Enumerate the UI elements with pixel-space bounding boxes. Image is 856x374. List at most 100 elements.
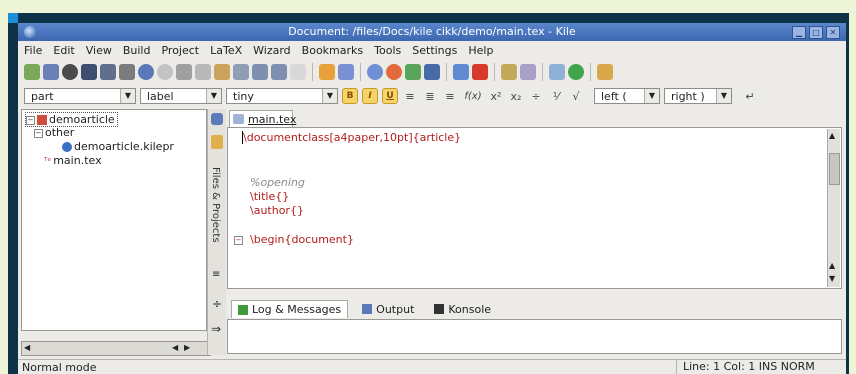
tab-konsole[interactable]: Konsole — [428, 301, 497, 318]
tab-log-messages[interactable]: Log & Messages — [231, 300, 349, 318]
chevron-down-icon[interactable]: ▼ — [644, 89, 659, 103]
scroll-right-icon[interactable]: ▶ — [184, 343, 190, 352]
undo-icon[interactable] — [138, 64, 154, 80]
vertical-scrollbar[interactable]: ▲ ▲ ▼ — [827, 129, 840, 287]
tree-item-other[interactable]: − other — [34, 126, 74, 139]
menu-file[interactable]: File — [24, 44, 42, 57]
view-dvi-icon[interactable] — [367, 64, 383, 80]
scroll-down-icon[interactable]: ▼ — [829, 274, 835, 283]
menu-wizard[interactable]: Wizard — [253, 44, 291, 57]
fold-icon[interactable]: − — [234, 236, 243, 245]
close-document-icon[interactable] — [62, 64, 78, 80]
math-icon[interactable]: ÷ — [212, 297, 222, 311]
zoom-in-icon[interactable] — [252, 64, 268, 80]
open-file-icon[interactable] — [43, 64, 59, 80]
horizontal-scrollbar[interactable]: ◀ ◀ ▶ — [21, 341, 211, 356]
chevron-down-icon[interactable]: ▼ — [120, 89, 135, 103]
font-size-combo[interactable]: tiny ▼ — [226, 88, 338, 104]
subscript-icon[interactable]: x₂ — [508, 90, 524, 103]
superscript-icon[interactable]: x² — [488, 90, 504, 103]
main-toolbar — [18, 60, 846, 84]
align-center-icon[interactable]: ≣ — [422, 90, 438, 103]
new-file-icon[interactable] — [24, 64, 40, 80]
document-tab-bar: main.tex — [227, 109, 842, 127]
newline-icon[interactable]: ↵ — [742, 90, 758, 103]
log-panel[interactable] — [227, 319, 842, 354]
tree-item-demoarticle[interactable]: − demoarticle — [25, 112, 118, 127]
bookmark-icon[interactable] — [597, 64, 613, 80]
files-projects-tab[interactable]: Files & Projects — [210, 167, 221, 243]
redo-icon[interactable] — [157, 64, 173, 80]
menu-edit[interactable]: Edit — [53, 44, 74, 57]
menu-help[interactable]: Help — [468, 44, 493, 57]
scroll-left-icon[interactable]: ◀ — [24, 343, 30, 352]
label-combo[interactable]: label ▼ — [140, 88, 222, 104]
tree-item-kilepr[interactable]: demoarticle.kilepr — [62, 140, 174, 153]
structure-icon[interactable] — [211, 113, 223, 125]
maximize-icon[interactable]: □ — [809, 26, 823, 39]
fraction-icon[interactable]: ÷ — [528, 90, 544, 103]
tree-item-main-tex[interactable]: ᵀᵉ main.tex — [44, 154, 102, 167]
chevron-down-icon[interactable]: ▼ — [322, 89, 337, 103]
chevron-down-icon[interactable]: ▼ — [206, 89, 221, 103]
acrobat-icon[interactable] — [472, 64, 488, 80]
structure-combo[interactable]: part ▼ — [24, 88, 136, 104]
italic-button[interactable]: I — [362, 88, 378, 104]
menu-bookmarks[interactable]: Bookmarks — [302, 44, 363, 57]
scroll-left-icon[interactable]: ◀ — [172, 343, 178, 352]
save-all-icon[interactable] — [100, 64, 116, 80]
inverse-search-icon[interactable] — [520, 64, 536, 80]
find-replace-icon[interactable] — [290, 64, 306, 80]
menu-project[interactable]: Project — [161, 44, 199, 57]
menu-build[interactable]: Build — [123, 44, 151, 57]
right-delimiter-combo[interactable]: right ) ▼ — [664, 88, 732, 104]
minimize-icon[interactable]: ▁ — [792, 26, 806, 39]
close-icon[interactable]: ✕ — [826, 26, 840, 39]
sqrt-icon[interactable]: √ — [568, 90, 584, 103]
underline-button[interactable]: U — [382, 88, 398, 104]
print-icon[interactable] — [119, 64, 135, 80]
toolbar-separator — [494, 63, 495, 81]
tab-main-tex[interactable]: main.tex — [229, 110, 296, 127]
function-button[interactable]: f(x) — [462, 91, 484, 102]
view-pdf-icon[interactable] — [453, 64, 469, 80]
scrollbar-thumb[interactable] — [829, 153, 840, 185]
tab-output[interactable]: Output — [356, 301, 420, 318]
status-position: Line: 1 Col: 1 INS NORM — [676, 360, 815, 374]
menu-latex[interactable]: LaTeX — [210, 44, 242, 57]
symbols-icon[interactable]: ≡ — [212, 269, 220, 280]
chevron-down-icon[interactable]: ▼ — [716, 89, 731, 103]
forward-search-icon[interactable] — [501, 64, 517, 80]
dvips-icon[interactable] — [386, 64, 402, 80]
find-icon[interactable] — [233, 64, 249, 80]
bold-button[interactable]: B — [342, 88, 358, 104]
collapse-icon[interactable]: − — [34, 128, 43, 138]
left-delimiter-combo[interactable]: left ( ▼ — [594, 88, 660, 104]
paste-icon[interactable] — [214, 64, 230, 80]
copy-icon[interactable] — [195, 64, 211, 80]
pdflatex-icon[interactable] — [424, 64, 440, 80]
menu-settings[interactable]: Settings — [412, 44, 457, 57]
tex-file-icon: ᵀᵉ — [44, 157, 52, 167]
align-left-icon[interactable]: ≡ — [402, 90, 418, 103]
dfrac-icon[interactable]: ⅟ — [548, 90, 564, 103]
latex-build-icon[interactable] — [338, 64, 354, 80]
right-delimiter-value: right ) — [671, 90, 705, 103]
next-document-icon[interactable] — [549, 64, 565, 80]
quick-build-icon[interactable] — [319, 64, 335, 80]
view-ps-icon[interactable] — [405, 64, 421, 80]
title-bar[interactable]: Document: /files/Docs/kile cikk/demo/mai… — [18, 23, 846, 41]
help-icon[interactable] — [568, 64, 584, 80]
cut-icon[interactable] — [176, 64, 192, 80]
align-right-icon[interactable]: ≡ — [442, 90, 458, 103]
arrows-icon[interactable]: ⇒ — [211, 322, 221, 336]
zoom-out-icon[interactable] — [271, 64, 287, 80]
files-projects-icon[interactable] — [211, 135, 223, 149]
save-icon[interactable] — [81, 64, 97, 80]
scroll-up-icon[interactable]: ▲ — [829, 131, 835, 140]
menu-view[interactable]: View — [86, 44, 112, 57]
collapse-icon[interactable]: − — [26, 115, 35, 125]
menu-tools[interactable]: Tools — [374, 44, 401, 57]
scroll-up-icon[interactable]: ▲ — [829, 261, 835, 270]
code-editor[interactable]: \documentclass[a4paper,10pt]{article} %o… — [227, 127, 842, 289]
